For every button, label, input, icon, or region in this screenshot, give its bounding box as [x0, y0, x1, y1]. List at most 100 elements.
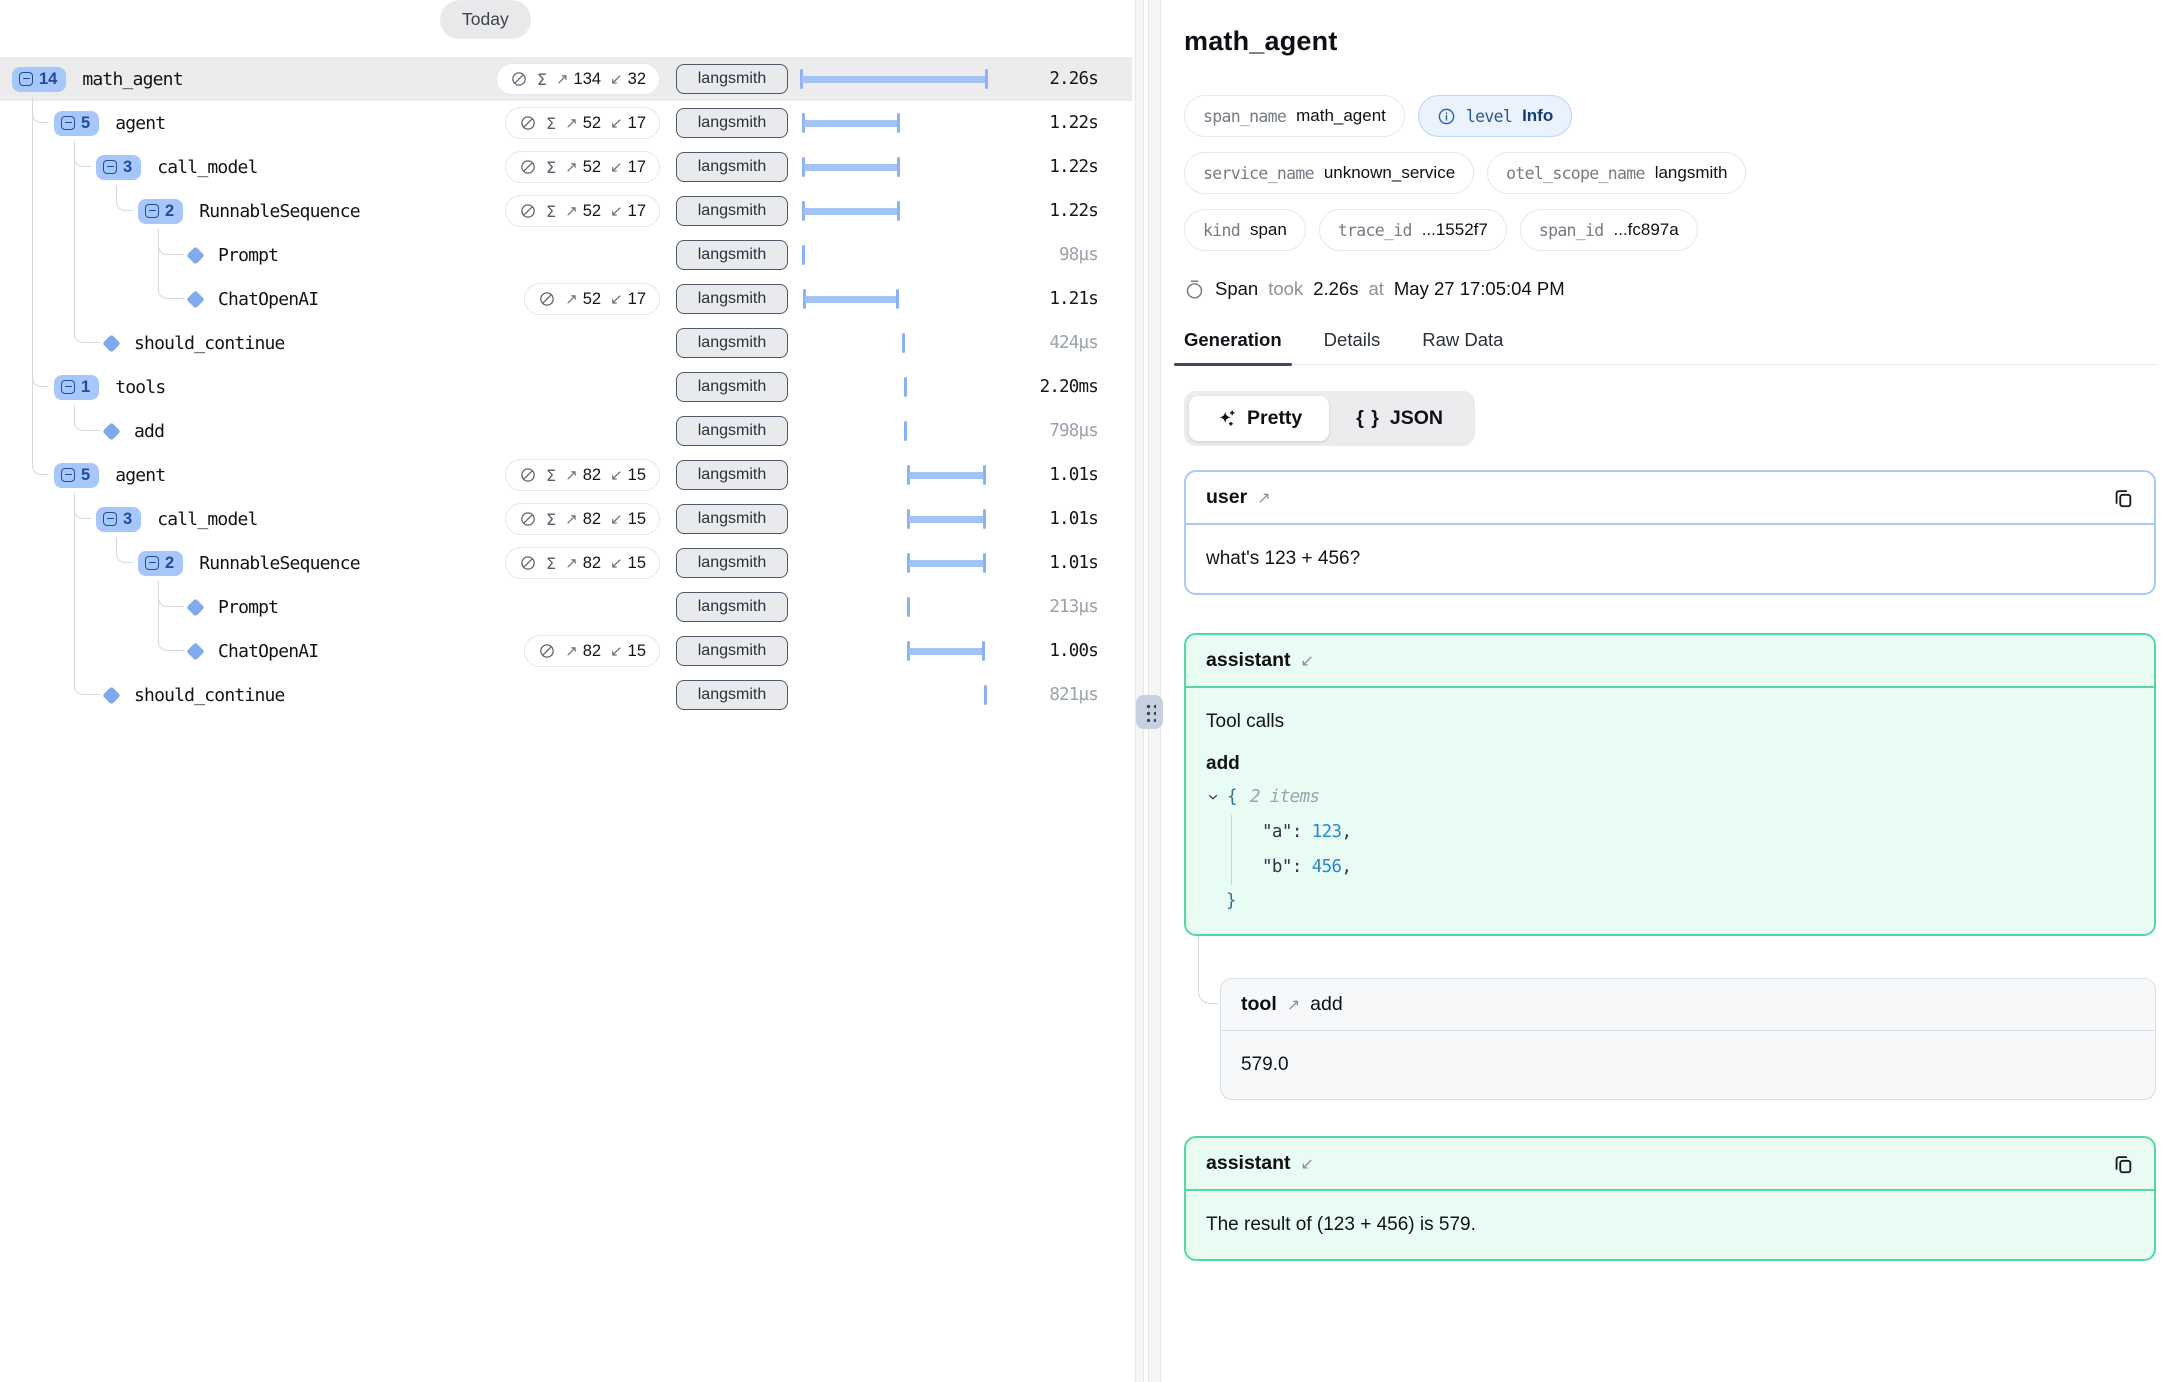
vendor-badge: langsmith: [676, 504, 788, 534]
timeline-tick: [907, 597, 910, 617]
trace-row-add[interactable]: addlangsmith798µs: [0, 409, 1132, 453]
output-tokens: 15: [628, 554, 646, 573]
input-tokens: 52: [583, 158, 601, 177]
trace-row-agent[interactable]: 5agentΣ↗52↙17langsmith1.22s: [0, 101, 1132, 145]
tab-raw-data[interactable]: Raw Data: [1422, 329, 1503, 364]
trace-row-should_continue[interactable]: should_continuelangsmith424µs: [0, 321, 1132, 365]
attribute-row: kind span trace_id ...1552f7 span_id ...…: [1184, 209, 2156, 251]
vendor-badge: langsmith: [676, 372, 788, 402]
duration-label: 1.01s: [950, 541, 1098, 585]
output-tokens: 17: [628, 114, 646, 133]
copy-icon: [2112, 487, 2134, 509]
trace-row-call_model[interactable]: 3call_modelΣ↗82↙15langsmith1.01s: [0, 497, 1132, 541]
trace-row-ChatOpenAI[interactable]: ChatOpenAI↗82↙15langsmith1.00s: [0, 629, 1132, 673]
token-usage-pill: Σ↗52↙17: [505, 195, 660, 227]
row-lead: Prompt: [0, 233, 278, 277]
trace-row-RunnableSequence[interactable]: 2RunnableSequenceΣ↗52↙17langsmith1.22s: [0, 189, 1132, 233]
tab-generation[interactable]: Generation: [1184, 329, 1282, 364]
duration-label: 424µs: [950, 321, 1098, 365]
arrow-up-right-icon: ↗: [565, 642, 578, 660]
timeline-bar: [804, 208, 898, 215]
sigma-icon: Σ: [546, 466, 556, 485]
output-tokens: 32: [628, 70, 646, 89]
trace-row-Prompt[interactable]: Promptlangsmith98µs: [0, 233, 1132, 277]
collapse-minus-icon: [61, 116, 75, 130]
message-body: what's 123 + 456?: [1186, 525, 2154, 593]
toggle-json[interactable]: { } JSON: [1329, 396, 1470, 441]
json-args-body: "a": 123, "b": 456,: [1231, 815, 2134, 885]
tab-details[interactable]: Details: [1324, 329, 1381, 364]
collapse-toggle[interactable]: 3: [96, 507, 141, 532]
arrow-up-right-icon: ↗: [565, 466, 578, 484]
arrow-up-right-icon: ↗: [556, 70, 569, 88]
trace-row-math_agent[interactable]: 14math_agentΣ↗134↙32langsmith2.26s: [0, 57, 1132, 101]
trace-row-call_model[interactable]: 3call_modelΣ↗52↙17langsmith1.22s: [0, 145, 1132, 189]
collapse-toggle[interactable]: 5: [54, 111, 99, 136]
message-header: assistant ↙: [1186, 635, 2154, 688]
token-coin-icon: [538, 642, 556, 660]
collapse-minus-icon: [61, 380, 75, 394]
trace-row-RunnableSequence[interactable]: 2RunnableSequenceΣ↗82↙15langsmith1.01s: [0, 541, 1132, 585]
attr-key: otel_scope_name: [1506, 164, 1645, 183]
tool-call-name: add: [1206, 753, 2134, 775]
span-label: math_agent: [82, 69, 182, 90]
attribute-row: span_name math_agent level Info: [1184, 95, 2156, 137]
collapse-toggle[interactable]: 2: [138, 199, 183, 224]
vendor-badge: langsmith: [676, 64, 788, 94]
panel-splitter[interactable]: [1132, 0, 1168, 1382]
sigma-icon: Σ: [546, 554, 556, 573]
arrow-up-right-icon: ↗: [565, 554, 578, 572]
attr-value: ...1552f7: [1422, 220, 1488, 240]
attr-key: level: [1466, 107, 1512, 126]
row-lead: 3 call_model: [0, 497, 258, 541]
span-label: call_model: [157, 509, 257, 530]
attr-key: span_id: [1539, 221, 1604, 240]
arrow-down-left-icon: ↙: [610, 554, 623, 572]
trace-row-tools[interactable]: 1toolslangsmith2.20ms: [0, 365, 1132, 409]
drag-handle[interactable]: [1136, 695, 1163, 729]
attr-value: span: [1250, 220, 1287, 240]
arrow-up-right-icon: ↗: [565, 202, 578, 220]
duration-label: 2.20ms: [950, 365, 1098, 409]
collapse-toggle[interactable]: 2: [138, 551, 183, 576]
output-tokens: 17: [628, 158, 646, 177]
leaf-diamond-icon: [186, 290, 204, 308]
token-usage-pill: Σ↗82↙15: [505, 503, 660, 535]
role-label: assistant: [1206, 649, 1291, 672]
attr-trace-id: trace_id ...1552f7: [1319, 209, 1507, 251]
arrow-down-left-icon: ↙: [610, 70, 623, 88]
message-body: 579.0: [1221, 1031, 2155, 1099]
arrow-down-left-icon: ↙: [610, 510, 623, 528]
trace-row-Prompt[interactable]: Promptlangsmith213µs: [0, 585, 1132, 629]
span-label: should_continue: [134, 685, 285, 706]
role-label: assistant: [1206, 1152, 1291, 1175]
trace-row-should_continue[interactable]: should_continuelangsmith821µs: [0, 673, 1132, 717]
info-icon: [1437, 107, 1456, 126]
chevron-down-icon[interactable]: [1206, 790, 1220, 804]
collapse-toggle[interactable]: 14: [12, 67, 66, 92]
attr-kind: kind span: [1184, 209, 1306, 251]
row-lead: should_continue: [0, 673, 285, 717]
row-lead: add: [0, 409, 164, 453]
json-arg-line: "a": 123,: [1262, 815, 2134, 850]
trace-row-ChatOpenAI[interactable]: ChatOpenAI↗52↙17langsmith1.21s: [0, 277, 1132, 321]
copy-button[interactable]: [2112, 487, 2134, 509]
arrow-down-left-icon: ↙: [1301, 1154, 1314, 1173]
duration-label: 1.01s: [950, 453, 1098, 497]
toggle-pretty[interactable]: Pretty: [1189, 396, 1329, 441]
leaf-diamond-icon: [186, 598, 204, 616]
trace-tree: 14math_agentΣ↗134↙32langsmith2.26s5agent…: [0, 57, 1132, 717]
collapse-toggle[interactable]: 5: [54, 463, 99, 488]
attr-span-id: span_id ...fc897a: [1520, 209, 1698, 251]
span-label: add: [134, 421, 164, 442]
arrow-up-right-icon: ↗: [1257, 488, 1270, 507]
copy-button[interactable]: [2112, 1153, 2134, 1175]
collapse-toggle[interactable]: 3: [96, 155, 141, 180]
close-brace: }: [1226, 891, 1236, 911]
trace-row-agent[interactable]: 5agentΣ↗82↙15langsmith1.01s: [0, 453, 1132, 497]
token-coin-icon: [538, 290, 556, 308]
collapse-toggle[interactable]: 1: [54, 375, 99, 400]
today-badge[interactable]: Today: [440, 0, 531, 39]
duration-label: 2.26s: [950, 57, 1098, 101]
span-label: should_continue: [134, 333, 285, 354]
